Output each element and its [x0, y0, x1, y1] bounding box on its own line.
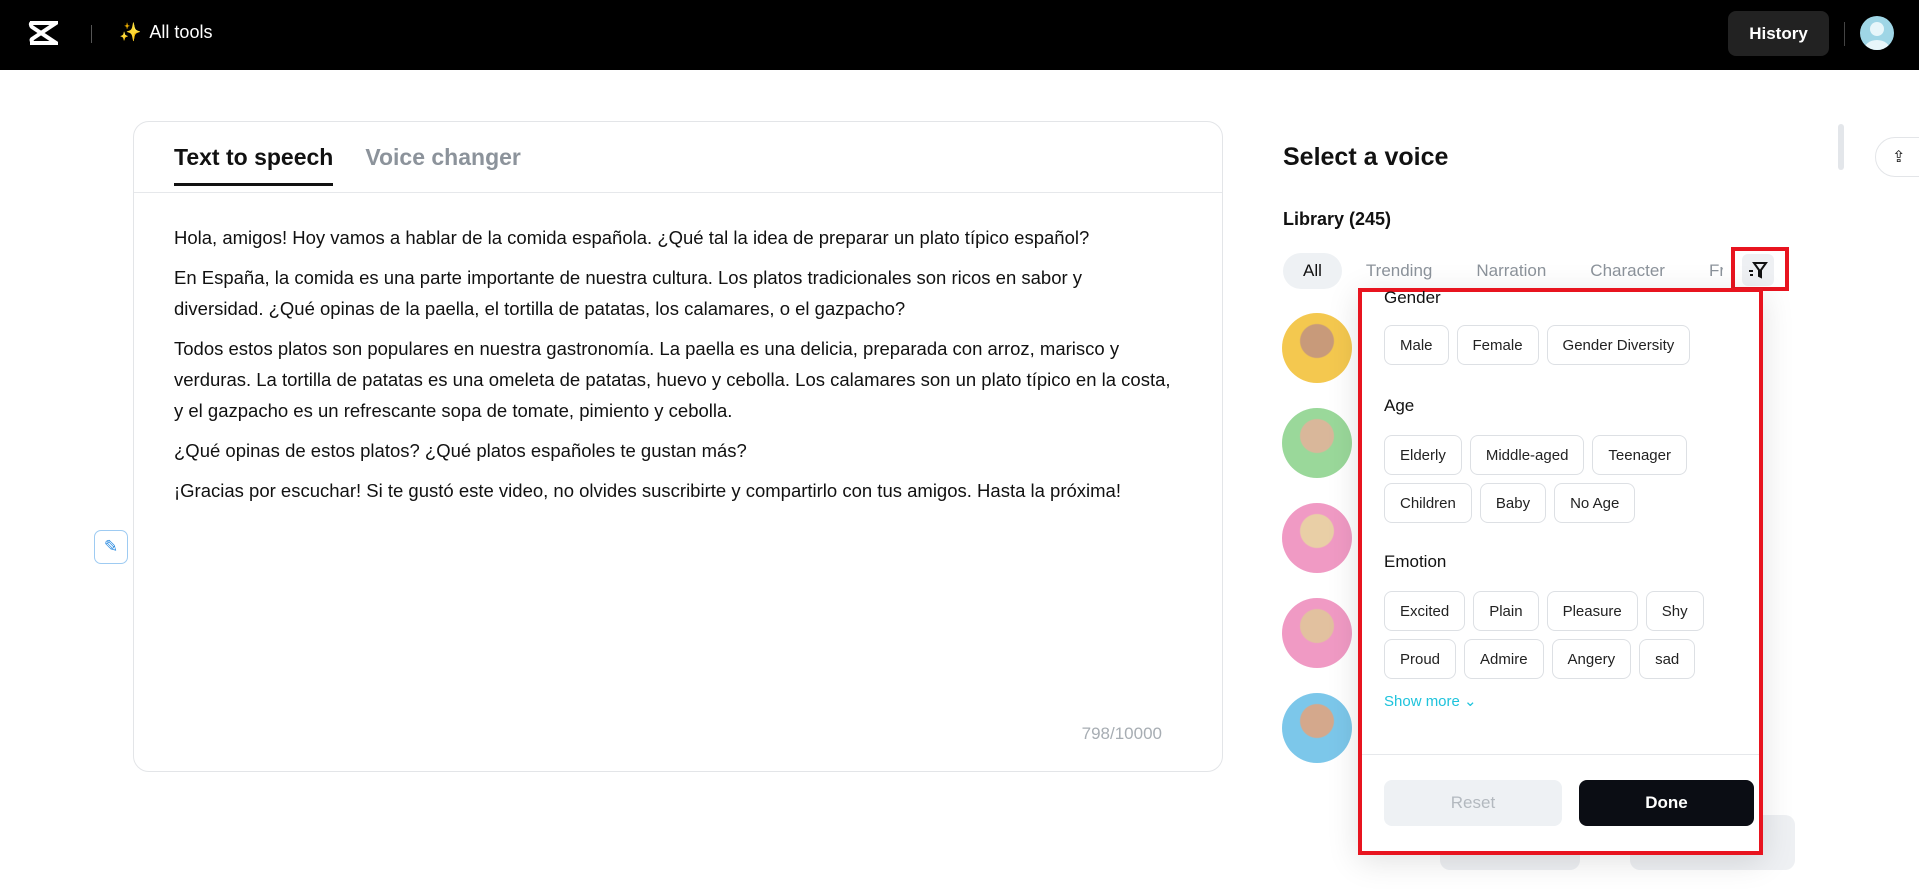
chip-narration[interactable]: Narration	[1456, 253, 1566, 289]
scrollbar[interactable]	[1838, 124, 1844, 170]
reset-button[interactable]: Reset	[1384, 780, 1562, 826]
filter-gender-diversity[interactable]: Gender Diversity	[1546, 325, 1691, 365]
divider	[91, 25, 92, 43]
filter-plain[interactable]: Plain	[1473, 591, 1539, 631]
filter-proud[interactable]: Proud	[1384, 639, 1457, 679]
divider	[1844, 22, 1845, 46]
filter-baby[interactable]: Baby	[1479, 483, 1547, 523]
top-bar: ✨ All tools History	[0, 0, 1919, 70]
voice-avatar[interactable]	[1282, 313, 1352, 383]
library-count: Library (245)	[1283, 209, 1392, 229]
tab-text-to-speech[interactable]: Text to speech	[174, 144, 334, 186]
capcut-logo-icon[interactable]	[28, 20, 58, 46]
divider	[134, 192, 1222, 193]
gender-label: Gender	[1384, 288, 1441, 307]
chevron-down-icon: ⌄	[1464, 693, 1477, 710]
done-button[interactable]: Done	[1579, 780, 1754, 826]
filter-angery[interactable]: Angery	[1551, 639, 1632, 679]
script-textarea[interactable]: Hola, amigos! Hoy vamos a hablar de la c…	[174, 222, 1174, 515]
filter-admire[interactable]: Admire	[1464, 639, 1544, 679]
voice-avatar[interactable]	[1282, 503, 1352, 573]
chip-fre[interactable]: Fre	[1689, 253, 1723, 289]
voice-avatar[interactable]	[1282, 408, 1352, 478]
ai-rewrite-icon[interactable]: ✎	[94, 530, 128, 564]
all-tools-label: All tools	[149, 22, 213, 42]
filter-no-age[interactable]: No Age	[1554, 483, 1636, 523]
filter-female[interactable]: Female	[1456, 325, 1539, 365]
history-button[interactable]: History	[1728, 11, 1829, 56]
filter-dropdown: Gender Male Female Gender Diversity Age …	[1358, 288, 1763, 855]
filter-pleasure[interactable]: Pleasure	[1546, 591, 1638, 631]
paragraph: Todos estos platos son populares en nues…	[174, 338, 1171, 421]
show-more-label: Show more	[1384, 693, 1460, 710]
divider	[1362, 754, 1759, 755]
paragraph: En España, la comida es una parte import…	[174, 267, 1083, 319]
filter-elderly[interactable]: Elderly	[1384, 435, 1462, 475]
tab-voice-changer[interactable]: Voice changer	[365, 144, 521, 186]
age-label: Age	[1384, 396, 1415, 415]
paragraph: ¿Qué opinas de estos platos? ¿Qué platos…	[174, 440, 747, 461]
filter-shy[interactable]: Shy	[1645, 591, 1704, 631]
voice-avatar[interactable]	[1282, 598, 1352, 668]
category-chips: All Trending Narration Character Fre	[1283, 253, 1723, 289]
chip-trending[interactable]: Trending	[1346, 253, 1452, 289]
magic-wand-icon: ✨	[119, 22, 142, 42]
filter-male[interactable]: Male	[1384, 325, 1449, 365]
chip-all[interactable]: All	[1283, 253, 1342, 289]
panel-title: Select a voice	[1283, 143, 1449, 171]
all-tools-button[interactable]: ✨ All tools	[119, 22, 212, 43]
user-avatar[interactable]	[1860, 16, 1894, 50]
filter-teenager[interactable]: Teenager	[1592, 435, 1687, 475]
emotion-label: Emotion	[1384, 552, 1447, 571]
voice-avatar[interactable]	[1282, 693, 1352, 763]
paragraph: ¡Gracias por escuchar! Si te gustó este …	[174, 480, 1121, 501]
filter-middle-aged[interactable]: Middle-aged	[1469, 435, 1585, 475]
filter-excited[interactable]: Excited	[1384, 591, 1466, 631]
paragraph: Hola, amigos! Hoy vamos a hablar de la c…	[174, 227, 1090, 248]
editor-card: Text to speech Voice changer Hola, amigo…	[133, 121, 1223, 772]
filter-sad[interactable]: sad	[1639, 639, 1696, 679]
highlight-box	[1731, 247, 1789, 291]
upload-sparkle-icon: ⇪	[1892, 149, 1906, 166]
show-more-link[interactable]: Show more ⌄	[1384, 692, 1477, 710]
filter-children[interactable]: Children	[1384, 483, 1472, 523]
character-counter: 798/10000	[1081, 724, 1162, 743]
chip-character[interactable]: Character	[1570, 253, 1685, 289]
side-panel-button[interactable]: ⇪	[1875, 137, 1919, 177]
